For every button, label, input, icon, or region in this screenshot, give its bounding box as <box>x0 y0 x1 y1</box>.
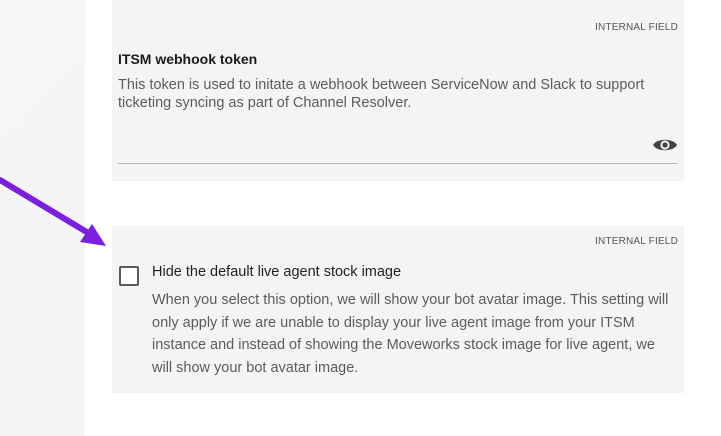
itsm-webhook-token-card: INTERNAL FIELD ITSM webhook token This t… <box>112 0 684 181</box>
field-title: ITSM webhook token <box>118 51 258 67</box>
field-description: This token is used to initate a webhook … <box>118 77 645 111</box>
itsm-webhook-token-input[interactable] <box>118 128 678 164</box>
hide-live-agent-image-card: INTERNAL FIELD Hide the default live age… <box>112 226 684 393</box>
arrow-pointer-icon <box>0 177 106 246</box>
checkbox-description: When you select this option, we will sho… <box>152 292 669 376</box>
internal-field-tag: INTERNAL FIELD <box>594 22 678 33</box>
checkbox-label: Hide the default live agent stock image <box>152 264 402 280</box>
internal-field-tag: INTERNAL FIELD <box>594 236 678 247</box>
eye-icon[interactable] <box>652 136 678 154</box>
hide-live-agent-image-checkbox[interactable] <box>119 266 139 286</box>
